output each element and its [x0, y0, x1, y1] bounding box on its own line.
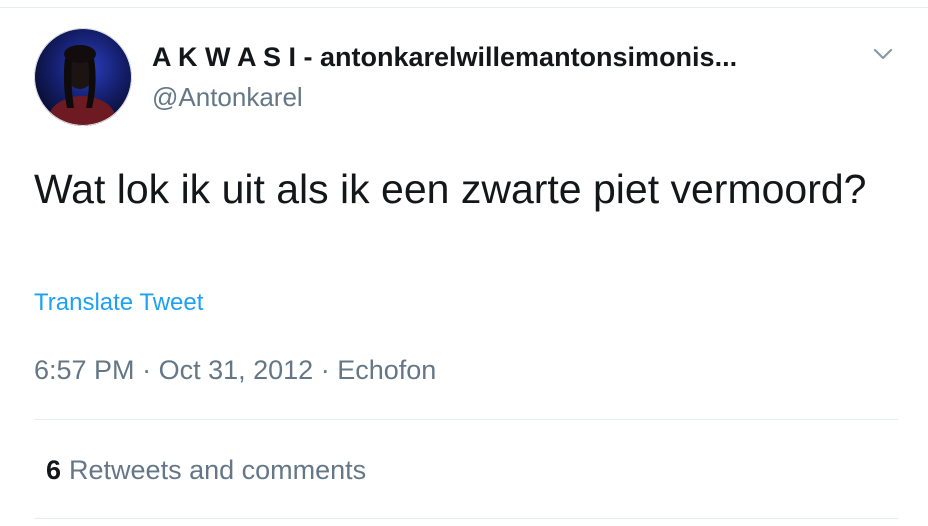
divider: [34, 518, 898, 519]
tweet-text: Wat lok ik uit als ik een zwarte piet ve…: [34, 166, 867, 212]
tweet-source[interactable]: Echofon: [337, 355, 436, 385]
author-display-name[interactable]: A K W A S I - antonkarelwillemantonsimon…: [152, 40, 832, 74]
author-handle[interactable]: @Antonkarel: [152, 80, 303, 114]
chevron-down-icon[interactable]: [866, 40, 900, 68]
meta-separator: ·: [320, 355, 330, 385]
avatar[interactable]: [34, 28, 132, 126]
divider: [34, 419, 898, 420]
avatar-image: [34, 28, 132, 126]
retweets-and-comments-link[interactable]: 6 Retweets and comments: [46, 452, 366, 488]
engagement-count: 6: [46, 455, 62, 485]
tweet-meta: 6:57 PM · Oct 31, 2012 · Echofon: [34, 352, 436, 388]
engagement-label: Retweets and comments: [69, 455, 367, 485]
meta-separator: ·: [142, 355, 152, 385]
tweet-date[interactable]: Oct 31, 2012: [159, 355, 314, 385]
translate-tweet-link[interactable]: Translate Tweet: [34, 286, 203, 320]
tweet-card: A K W A S I - antonkarelwillemantonsimon…: [0, 0, 928, 526]
tweet-time[interactable]: 6:57 PM: [34, 355, 135, 385]
top-divider: [0, 7, 928, 8]
